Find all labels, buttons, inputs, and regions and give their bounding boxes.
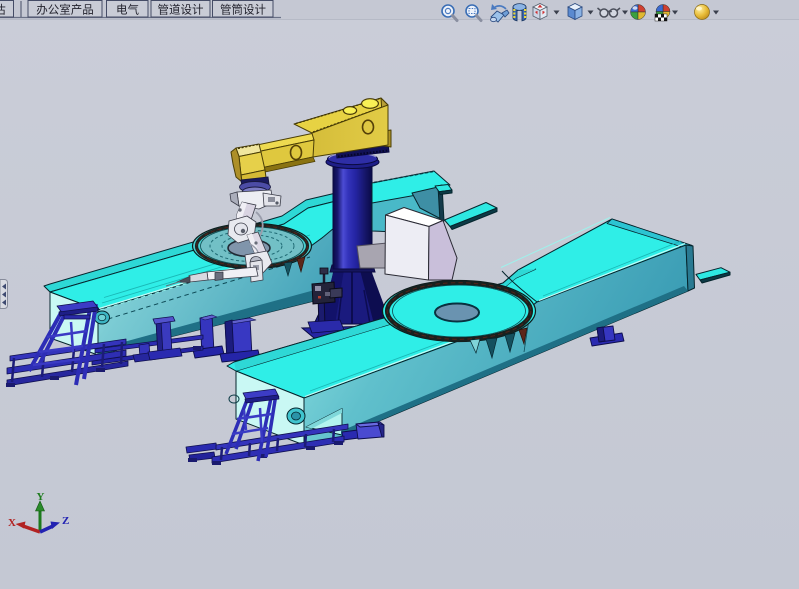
svg-text:估: 估 — [0, 3, 6, 16]
svg-text:管道设计: 管道设计 — [158, 2, 204, 16]
svg-text:管筒设计: 管筒设计 — [220, 2, 266, 16]
svg-text:电气: 电气 — [116, 2, 139, 16]
svg-text:办公室产品: 办公室产品 — [36, 2, 94, 16]
svg-text:Z: Z — [62, 515, 69, 527]
svg-text:X: X — [8, 517, 16, 529]
svg-text:Y: Y — [37, 491, 45, 503]
